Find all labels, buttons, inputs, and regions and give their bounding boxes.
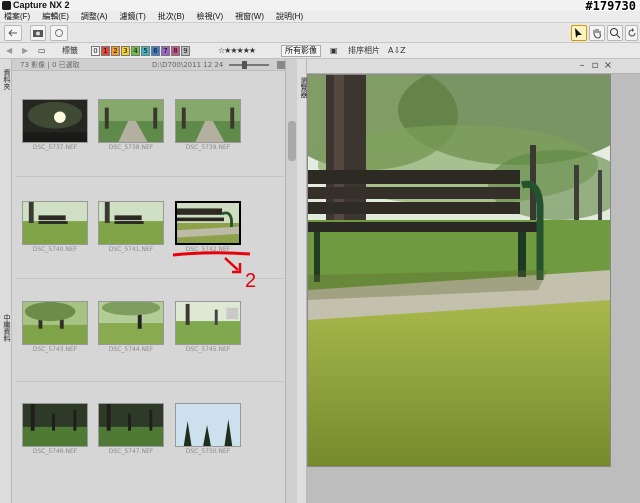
menu-file[interactable]: 檔案(F)	[4, 11, 30, 23]
browser-toolbar: ◀ ▶ ▭ 標籤 0123456789 ☆★★★★★ 所有影像 ▣ 排序相片 A…	[0, 43, 640, 59]
thumbnail-filename: DSC_5750.NEF	[185, 448, 231, 455]
arrow-icon[interactable]	[571, 25, 587, 41]
forward-icon[interactable]: ▶	[22, 45, 28, 57]
menu-window[interactable]: 視窗(W)	[235, 11, 264, 23]
back-icon[interactable]: ◀	[6, 45, 12, 57]
row-divider	[16, 176, 284, 177]
thumbnail-image[interactable]	[98, 201, 164, 245]
app-icon	[2, 1, 11, 10]
thumbnail-image[interactable]	[22, 201, 88, 245]
thumbnail-image[interactable]	[175, 201, 241, 245]
left-panel-strip: 資料夾 中繼資料	[0, 59, 12, 503]
thumbnail-item[interactable]: DSC_5746.NEF	[22, 403, 88, 456]
compare-icon[interactable]: ▣	[330, 45, 338, 57]
label-filter-7[interactable]: 7	[161, 46, 170, 56]
thumbnail-item[interactable]: DSC_5745.NEF	[175, 301, 241, 354]
label-filter-6[interactable]: 6	[151, 46, 160, 56]
viewer-header: – ▫ ×	[307, 59, 640, 74]
menu-filter[interactable]: 濾鏡(T)	[120, 11, 146, 23]
thumbnail-image[interactable]	[98, 300, 164, 345]
thumbnail-item[interactable]: DSC_5742.NEF	[175, 201, 241, 254]
label-filter-8[interactable]: 8	[171, 46, 180, 56]
preview-photo[interactable]	[307, 74, 611, 467]
thumbnail-item[interactable]: DSC_5739.NEF	[175, 99, 241, 152]
folder-icon[interactable]: ▭	[38, 45, 46, 57]
browser-panel-strip: 瀏覽器	[297, 59, 308, 503]
browser-header: 73 影像 | 0 已選取 D:\D700\2011 12 24	[12, 59, 297, 71]
image-viewer: – ▫ ×	[307, 59, 640, 503]
thumbnail-image[interactable]	[22, 403, 88, 447]
thumbnail-filename: DSC_5747.NEF	[108, 448, 154, 455]
thumbnail-item[interactable]: DSC_5740.NEF	[22, 201, 88, 254]
thumbnail-filename: DSC_5742.NEF	[185, 246, 231, 253]
rating-filter[interactable]: ☆★★★★★	[218, 45, 256, 57]
folders-tab[interactable]: 資料夾	[1, 69, 11, 90]
thumbnail-filename: DSC_5746.NEF	[32, 448, 78, 455]
hand-icon[interactable]	[589, 25, 605, 41]
thumbnail-item[interactable]: DSC_5738.NEF	[98, 99, 164, 152]
menu-help[interactable]: 說明(H)	[276, 11, 303, 23]
slider-handle[interactable]	[242, 61, 247, 69]
main-toolbar	[0, 23, 640, 43]
thumbnail-filename: DSC_5745.NEF	[185, 346, 231, 353]
metadata-tab[interactable]: 中繼資料	[1, 314, 11, 342]
thumbnail-filename: DSC_5744.NEF	[108, 346, 154, 353]
thumbnail-filename: DSC_5738.NEF	[108, 144, 154, 151]
thumbnail-image[interactable]	[175, 301, 241, 345]
label-title: 標籤	[62, 46, 78, 55]
thumbnail-image[interactable]	[175, 99, 241, 143]
row-divider	[16, 278, 284, 279]
thumbnail-size-slider[interactable]	[229, 64, 269, 66]
label-filter-3[interactable]: 3	[121, 46, 130, 56]
menu-view[interactable]: 檢視(V)	[196, 11, 223, 23]
thumbnail-item[interactable]: DSC_5743.NEF	[22, 301, 88, 354]
label-filter-2[interactable]: 2	[111, 46, 120, 56]
scrollbar-thumb[interactable]	[288, 121, 296, 161]
label-filter-0[interactable]: 0	[91, 46, 100, 56]
thumbnail-image[interactable]	[98, 403, 164, 447]
label-filter-9[interactable]: 9	[181, 46, 190, 56]
thumbnail-item[interactable]: DSC_5737.NEF	[22, 99, 88, 152]
annotation-number: 2	[245, 270, 257, 292]
zoom-icon[interactable]	[607, 25, 623, 41]
close-icon[interactable]: ×	[603, 61, 613, 71]
thumbnail-filename: DSC_5741.NEF	[108, 246, 154, 253]
thumbnail-filename: DSC_5740.NEF	[32, 246, 78, 253]
maximize-icon[interactable]: ▫	[590, 61, 600, 71]
sort-button[interactable]: 排序相片	[348, 45, 380, 57]
thumbnail-image[interactable]	[175, 403, 241, 447]
thumbnail-item[interactable]: DSC_5744.NEF	[98, 300, 164, 354]
folder-path: D:\D700\2011 12 24	[152, 61, 224, 69]
thumbnail-filename: DSC_5743.NEF	[32, 346, 78, 353]
thumbnail-filename: DSC_5739.NEF	[185, 144, 231, 151]
selection-status: 73 影像 | 0 已選取	[20, 61, 80, 69]
menu-adjust[interactable]: 調整(A)	[81, 11, 108, 23]
camera-icon[interactable]	[30, 25, 46, 41]
menu-batch[interactable]: 批次(B)	[158, 11, 185, 23]
rotate-icon[interactable]	[625, 25, 638, 41]
thumbnail-item[interactable]: DSC_5750.NEF	[175, 403, 241, 456]
thumbnail-item[interactable]: DSC_5741.NEF	[98, 201, 164, 254]
title-bar: Capture NX 2 #179730	[0, 0, 640, 13]
back-icon[interactable]	[4, 25, 22, 41]
app-title: Capture NX 2	[13, 0, 70, 10]
label-filter-4[interactable]: 4	[131, 46, 140, 56]
menu-bar: 檔案(F) 編輯(E) 調整(A) 濾鏡(T) 批次(B) 檢視(V) 視窗(W…	[0, 11, 640, 23]
thumbnail-filename: DSC_5737.NEF	[32, 144, 78, 151]
thumbnail-image[interactable]	[98, 99, 164, 143]
sort-order-button[interactable]: A⇩Z	[388, 45, 406, 57]
thumbnail-item[interactable]: DSC_5747.NEF	[98, 403, 164, 456]
menu-edit[interactable]: 編輯(E)	[42, 11, 69, 23]
label-filter-1[interactable]: 1	[101, 46, 110, 56]
thumbnail-image[interactable]	[22, 99, 88, 143]
filter-dropdown[interactable]: 所有影像	[281, 45, 321, 57]
browser-scrollbar[interactable]	[285, 59, 297, 503]
minimize-icon[interactable]: –	[577, 61, 587, 71]
row-divider	[16, 381, 284, 382]
batch-icon[interactable]	[50, 25, 68, 41]
thumbnail-image[interactable]	[22, 301, 88, 345]
park-bench-photo	[308, 75, 610, 466]
label-filter-5[interactable]: 5	[141, 46, 150, 56]
